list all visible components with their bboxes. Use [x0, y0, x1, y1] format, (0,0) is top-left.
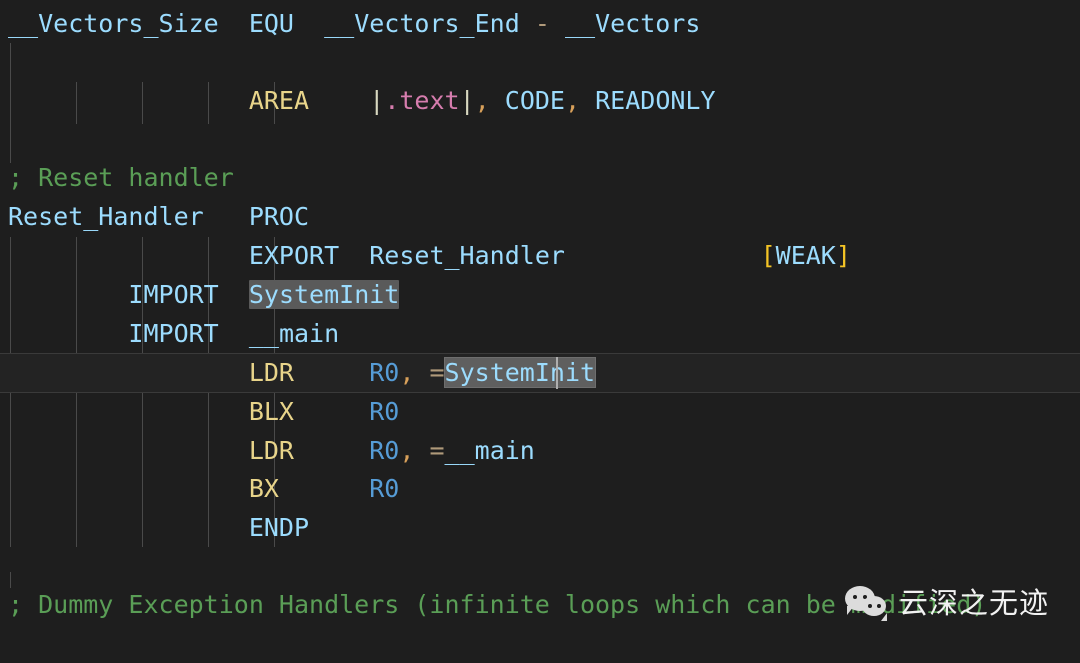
code-token: ,: [474, 86, 490, 115]
code-token: |: [459, 86, 475, 115]
code-line[interactable]: IMPORT SystemInit: [8, 276, 400, 314]
code-token: [: [760, 241, 776, 270]
code-token: R0: [369, 436, 400, 465]
code-line[interactable]: IMPORT __main: [8, 315, 339, 353]
code-token: READONLY: [595, 86, 716, 115]
code-line[interactable]: __Vectors_Size EQU __Vectors_End - __Vec…: [8, 5, 700, 43]
code-token: WEAK: [775, 241, 836, 270]
code-token: ; Dummy Exception Handlers (infinite loo…: [8, 590, 987, 619]
code-line[interactable]: Reset_Handler PROC: [8, 198, 309, 236]
code-line[interactable]: AREA |.text|, CODE, READONLY: [8, 82, 716, 120]
code-token: R0: [369, 358, 400, 387]
code-token: CODE: [504, 86, 565, 115]
code-content[interactable]: __Vectors_Size EQU __Vectors_End - __Vec…: [0, 0, 1080, 663]
code-token: ,: [399, 436, 415, 465]
code-token: ENDP: [248, 513, 310, 542]
code-token: =: [429, 358, 445, 387]
code-token: -: [534, 9, 550, 38]
code-token: ]: [835, 241, 851, 270]
code-token: __Vectors: [564, 9, 701, 38]
code-line[interactable]: LDR R0, =__main: [8, 432, 535, 470]
code-token: IMPORT: [128, 280, 219, 309]
code-token: ,: [399, 358, 415, 387]
code-token: IMPORT: [128, 319, 219, 348]
code-token: BLX: [248, 397, 294, 426]
code-line[interactable]: LDR R0, =SystemInit: [8, 354, 596, 392]
code-token: LDR: [248, 358, 294, 387]
code-token: __main: [248, 319, 340, 348]
code-token: ; Reset handler: [8, 163, 234, 192]
code-token: BX: [248, 474, 279, 503]
code-token: EQU: [248, 9, 294, 38]
code-token: AREA: [248, 86, 310, 115]
code-token: __main: [444, 436, 535, 465]
code-token: Reset_Handler: [369, 241, 565, 270]
code-line[interactable]: ; Dummy Exception Handlers (infinite loo…: [8, 586, 986, 624]
code-token: ,: [565, 86, 581, 115]
code-token: =: [429, 436, 445, 465]
code-editor[interactable]: __Vectors_Size EQU __Vectors_End - __Vec…: [0, 0, 1080, 663]
code-token: EXPORT: [248, 241, 340, 270]
code-token: SystemInit: [248, 280, 400, 309]
text-caret: [555, 357, 558, 389]
code-token: PROC: [248, 202, 310, 231]
code-token: |: [369, 86, 385, 115]
code-line[interactable]: [8, 43, 23, 81]
code-line[interactable]: [8, 121, 23, 159]
code-token: __Vectors_Size: [8, 9, 219, 38]
code-token: Reset_Handler: [8, 202, 204, 231]
code-line[interactable]: ; Reset handler: [8, 159, 234, 197]
code-line[interactable]: [8, 548, 23, 586]
code-line[interactable]: BX R0: [8, 470, 400, 508]
code-token: .text: [384, 86, 460, 115]
code-token: LDR: [248, 436, 294, 465]
code-line[interactable]: EXPORT Reset_Handler [WEAK]: [8, 237, 851, 275]
code-token: R0: [369, 397, 400, 426]
code-token: SystemInit: [444, 358, 596, 387]
code-token: R0: [369, 474, 400, 503]
code-line[interactable]: ENDP: [8, 509, 309, 547]
code-line[interactable]: BLX R0: [8, 393, 400, 431]
code-token: __Vectors_End: [324, 9, 520, 38]
